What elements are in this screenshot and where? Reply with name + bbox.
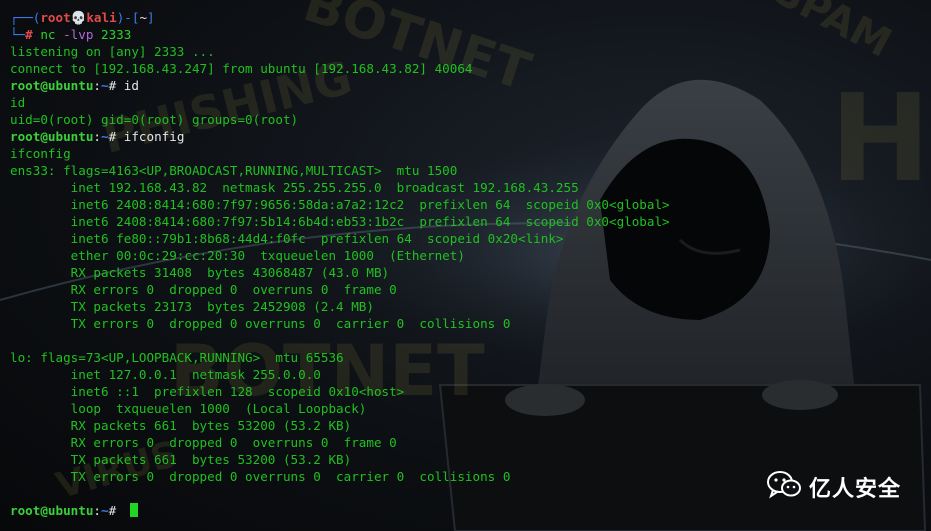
terminal-line: RX errors 0 dropped 0 overruns 0 frame 0 xyxy=(10,434,670,451)
prompt-user: root@ubuntu xyxy=(10,503,94,518)
prompt-frame: └─ xyxy=(10,27,26,42)
terminal-line: listening on [any] 2333 ... xyxy=(10,43,670,60)
terminal-text: ~ xyxy=(139,10,148,25)
terminal-line: ens33: flags=4163<UP,BROADCAST,RUNNING,M… xyxy=(10,162,670,179)
terminal-line: root@ubuntu:~# xyxy=(10,502,670,519)
terminal-line: id xyxy=(10,94,670,111)
terminal-line: inet 127.0.0.1 netmask 255.0.0.0 xyxy=(10,366,670,383)
terminal-text: : xyxy=(93,503,101,518)
terminal-text: listening on [any] 2333 ... xyxy=(10,44,215,59)
terminal-text: TX errors 0 dropped 0 overruns 0 carrier… xyxy=(10,316,511,331)
terminal-line: ifconfig xyxy=(10,145,670,162)
terminal-text: # ifconfig xyxy=(108,129,185,144)
terminal-line: RX packets 661 bytes 53200 (53.2 KB) xyxy=(10,417,670,434)
terminal-line: └─# nc -lvp 2333 xyxy=(10,26,670,43)
prompt-frame: )-[ xyxy=(116,10,140,25)
terminal-text: ens33: flags=4163<UP,BROADCAST,RUNNING,M… xyxy=(10,163,458,178)
terminal-text: nc xyxy=(40,27,64,42)
terminal-text: TX packets 661 bytes 53200 (53.2 KB) xyxy=(10,452,352,467)
terminal-line: inet6 fe80::79b1:8b68:44d4:f0fc prefixle… xyxy=(10,230,670,247)
terminal-text: 2333 xyxy=(101,27,132,42)
terminal-text: ifconfig xyxy=(10,146,71,161)
wallpaper-word-4: HA xyxy=(830,70,931,209)
prompt-user: # xyxy=(25,27,41,42)
terminal-text: TX errors 0 dropped 0 overruns 0 carrier… xyxy=(10,469,511,484)
terminal-text: loop txqueuelen 1000 (Local Loopback) xyxy=(10,401,367,416)
terminal-line: loop txqueuelen 1000 (Local Loopback) xyxy=(10,400,670,417)
prompt-frame: ┌──( xyxy=(10,10,41,25)
terminal-text: inet 127.0.0.1 netmask 255.0.0.0 xyxy=(10,367,321,382)
terminal-line: RX errors 0 dropped 0 overruns 0 frame 0 xyxy=(10,281,670,298)
terminal-line: lo: flags=73<UP,LOOPBACK,RUNNING> mtu 65… xyxy=(10,349,670,366)
terminal-line: RX packets 31408 bytes 43068487 (43.0 MB… xyxy=(10,264,670,281)
terminal-text: ~ xyxy=(101,78,109,93)
command-option: -lvp xyxy=(63,27,102,42)
terminal-line: TX packets 23173 bytes 2452908 (2.4 MB) xyxy=(10,298,670,315)
terminal-line: ether 00:0c:29:cc:20:30 txqueuelen 1000 … xyxy=(10,247,670,264)
terminal-cursor[interactable] xyxy=(129,503,138,517)
terminal-text: # id xyxy=(108,78,139,93)
terminal-line: uid=0(root) gid=0(root) groups=0(root) xyxy=(10,111,670,128)
terminal-text: lo: flags=73<UP,LOOPBACK,RUNNING> mtu 65… xyxy=(10,350,344,365)
terminal-line: root@ubuntu:~# ifconfig xyxy=(10,128,670,145)
terminal-text: TX packets 23173 bytes 2452908 (2.4 MB) xyxy=(10,299,374,314)
terminal-text: : xyxy=(93,78,101,93)
terminal-line: TX errors 0 dropped 0 overruns 0 carrier… xyxy=(10,315,670,332)
terminal-text: RX packets 661 bytes 53200 (53.2 KB) xyxy=(10,418,352,433)
terminal-text: connect to [192.168.43.247] from ubuntu … xyxy=(10,61,473,76)
terminal-text: RX errors 0 dropped 0 overruns 0 frame 0 xyxy=(10,282,397,297)
terminal-text: inet6 2408:8414:680:7f97:5b14:6b4d:eb53:… xyxy=(10,214,670,229)
terminal-text: ~ xyxy=(101,503,109,518)
terminal-line: ┌──(root💀kali)-[~] xyxy=(10,9,670,26)
terminal-text: inet 192.168.43.82 netmask 255.255.255.0… xyxy=(10,180,579,195)
terminal-text: ether 00:0c:29:cc:20:30 txqueuelen 1000 … xyxy=(10,248,465,263)
terminal-line: inet6 ::1 prefixlen 128 scopeid 0x10<hos… xyxy=(10,383,670,400)
prompt-user: root@ubuntu xyxy=(10,129,94,144)
terminal-text: inet6 2408:8414:680:7f97:9656:58da:a7a2:… xyxy=(10,197,670,212)
terminal-line: root@ubuntu:~# id xyxy=(10,77,670,94)
terminal-line: inet 192.168.43.82 netmask 255.255.255.0… xyxy=(10,179,670,196)
terminal-text: inet6 fe80::79b1:8b68:44d4:f0fc prefixle… xyxy=(10,231,564,246)
wechat-icon xyxy=(766,471,801,503)
terminal-text: RX errors 0 dropped 0 overruns 0 frame 0 xyxy=(10,435,397,450)
terminal-line: TX errors 0 dropped 0 overruns 0 carrier… xyxy=(10,468,670,485)
terminal-text: inet6 ::1 prefixlen 128 scopeid 0x10<hos… xyxy=(10,384,405,399)
terminal-line: connect to [192.168.43.247] from ubuntu … xyxy=(10,60,670,77)
terminal-text: id xyxy=(10,95,26,110)
terminal-line: inet6 2408:8414:680:7f97:5b14:6b4d:eb53:… xyxy=(10,213,670,230)
terminal-text: # xyxy=(108,503,124,518)
terminal-text: : xyxy=(93,129,101,144)
terminal-window[interactable]: BOTNET SPAM PHISHING HA BOTNET VIRUS ┌──… xyxy=(0,0,931,531)
terminal-text: ~ xyxy=(101,129,109,144)
prompt-frame: ] xyxy=(147,10,155,25)
terminal-line: TX packets 661 bytes 53200 (53.2 KB) xyxy=(10,451,670,468)
prompt-user: root💀kali xyxy=(40,10,117,25)
prompt-user: root@ubuntu xyxy=(10,78,94,93)
terminal-text: uid=0(root) gid=0(root) groups=0(root) xyxy=(10,112,299,127)
terminal-line: inet6 2408:8414:680:7f97:9656:58da:a7a2:… xyxy=(10,196,670,213)
watermark-text: 亿人安全 xyxy=(808,477,901,502)
terminal-output[interactable]: ┌──(root💀kali)-[~] └─# nc -lvp 2333 listen… xyxy=(10,9,670,519)
terminal-text: RX packets 31408 bytes 43068487 (43.0 MB… xyxy=(10,265,390,280)
watermark: 亿人安全 xyxy=(766,471,901,503)
